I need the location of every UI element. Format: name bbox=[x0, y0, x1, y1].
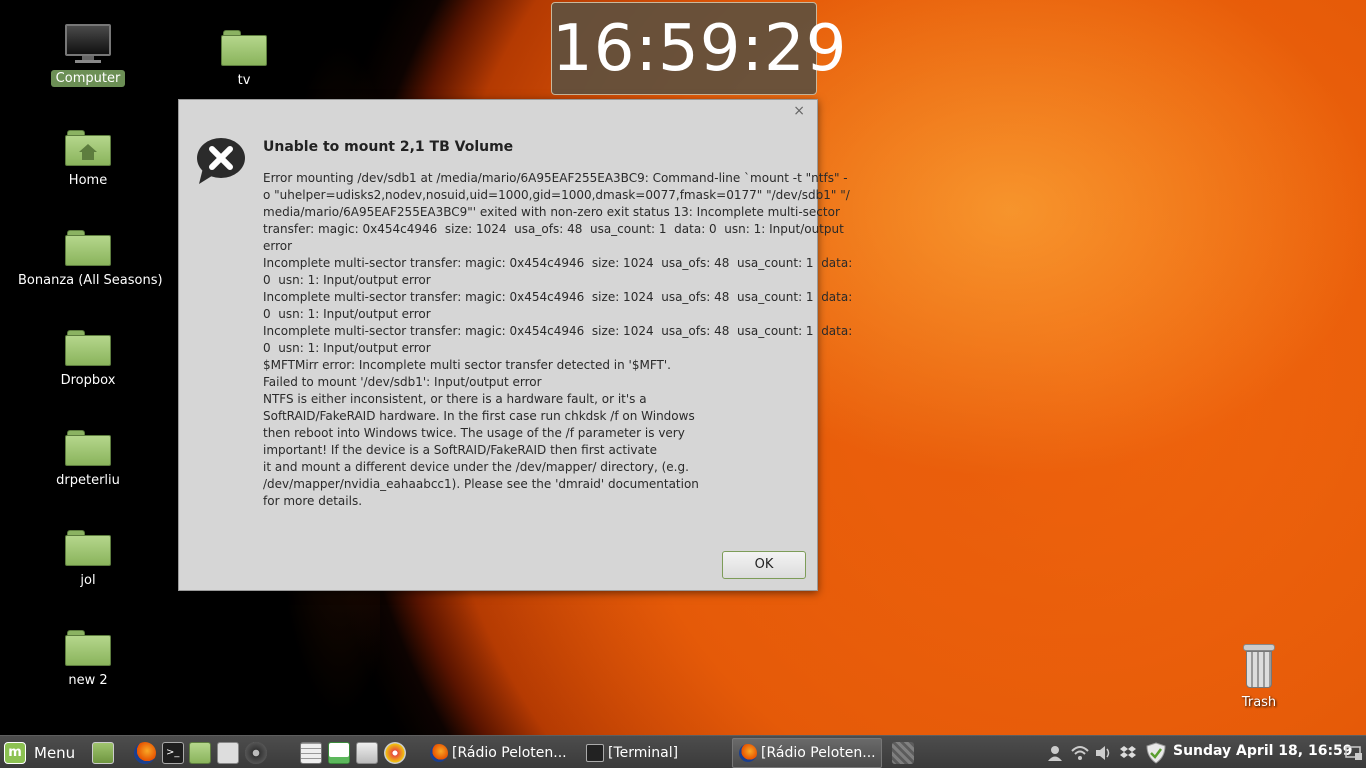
message-line: it and mount a different device under th… bbox=[263, 460, 689, 474]
message-line: then reboot into Windows twice. The usag… bbox=[263, 426, 685, 440]
message-line: 0 usn: 1: Input/output error bbox=[263, 341, 431, 355]
message-line: Incomplete multi-sector transfer: magic:… bbox=[263, 290, 853, 304]
desktop-icon-label: jol bbox=[80, 573, 96, 588]
message-line: o "uhelper=udisks2,nodev,nosuid,uid=1000… bbox=[263, 188, 850, 202]
desktop-icon-trash[interactable]: Trash bbox=[1184, 644, 1334, 711]
taskbar-clock[interactable]: Sunday April 18, 16:59 bbox=[1173, 743, 1353, 759]
desktop-icon-label: Trash bbox=[1241, 695, 1277, 710]
calculator-icon[interactable] bbox=[300, 742, 322, 764]
task-radio-pelotense-2[interactable]: [Rádio Peloten... bbox=[732, 738, 882, 768]
firefox-icon bbox=[430, 744, 448, 762]
desktop-icon-label: drpeterliu bbox=[56, 473, 120, 488]
terminal-icon[interactable]: >_ bbox=[162, 742, 184, 764]
mount-error-dialog: × Unable to mount 2,1 TB Volume Error mo… bbox=[178, 99, 853, 591]
task-terminal[interactable]: [Terminal] bbox=[580, 738, 726, 768]
desktop-icon-home[interactable]: Home bbox=[13, 130, 163, 189]
update-shield-icon[interactable] bbox=[1145, 742, 1167, 764]
menu-label: Menu bbox=[34, 744, 76, 762]
user-icon[interactable] bbox=[1046, 744, 1064, 762]
clock-desklet: 16:59:29 bbox=[551, 2, 846, 95]
message-line: Failed to mount '/dev/sdb1': Input/outpu… bbox=[263, 375, 542, 389]
task-label: [Terminal] bbox=[608, 745, 679, 761]
message-line: SoftRAID/FakeRAID hardware. In the first… bbox=[263, 409, 695, 423]
folder-icon bbox=[65, 530, 111, 566]
message-line: for more details. bbox=[263, 494, 363, 508]
message-line: transfer: magic: 0x454c4946 size: 1024 u… bbox=[263, 222, 844, 236]
folder-icon bbox=[65, 430, 111, 466]
display-icon[interactable] bbox=[1345, 744, 1363, 762]
files-icon[interactable] bbox=[189, 742, 211, 764]
message-line: important! If the device is a SoftRAID/F… bbox=[263, 443, 657, 457]
message-line: NTFS is either inconsistent, or there is… bbox=[263, 392, 647, 406]
ok-button[interactable]: OK bbox=[722, 551, 806, 579]
firefox-icon bbox=[739, 744, 757, 762]
desktop-icon-dropbox[interactable]: Dropbox bbox=[13, 330, 163, 389]
wifi-icon[interactable] bbox=[1071, 744, 1089, 762]
archive-icon[interactable] bbox=[356, 742, 378, 764]
message-line: Incomplete multi-sector transfer: magic:… bbox=[263, 324, 853, 338]
desktop-icon-new-2[interactable]: new 2 bbox=[13, 630, 163, 689]
firefox-icon[interactable] bbox=[134, 742, 156, 764]
message-line: Incomplete multi-sector transfer: magic:… bbox=[263, 256, 853, 270]
desktop-icon-label: Computer bbox=[50, 70, 126, 87]
software-manager-icon[interactable] bbox=[217, 742, 239, 764]
house-icon bbox=[79, 144, 97, 160]
desktop-icon-bonanza[interactable]: Bonanza (All Seasons) bbox=[13, 230, 163, 289]
dropbox-icon[interactable] bbox=[1119, 744, 1137, 762]
desktop-icon-drpeterliu[interactable]: drpeterliu bbox=[13, 430, 163, 489]
workspace-switcher-icon[interactable] bbox=[892, 742, 914, 764]
media-player-icon[interactable] bbox=[245, 742, 267, 764]
error-icon bbox=[197, 138, 245, 184]
mint-logo-icon: m bbox=[4, 742, 26, 764]
menu-button[interactable]: m Menu bbox=[4, 740, 75, 766]
computer-icon bbox=[64, 24, 112, 64]
disc-burner-icon[interactable] bbox=[384, 742, 406, 764]
folder-icon bbox=[221, 30, 267, 66]
message-line: Error mounting /dev/sdb1 at /media/mario… bbox=[263, 171, 848, 185]
terminal-icon bbox=[586, 744, 604, 762]
message-line: error bbox=[263, 239, 293, 253]
dialog-message: Error mounting /dev/sdb1 at /media/mario… bbox=[263, 170, 853, 510]
message-line: $MFTMirr error: Incomplete multi sector … bbox=[263, 358, 671, 372]
home-folder-icon bbox=[65, 130, 111, 166]
message-line: 0 usn: 1: Input/output error bbox=[263, 307, 431, 321]
close-icon[interactable]: × bbox=[793, 103, 805, 119]
message-line: media/mario/6A95EAF255EA3BC9"' exited wi… bbox=[263, 205, 840, 219]
task-label: [Rádio Peloten... bbox=[761, 745, 876, 761]
desktop-icon-computer[interactable]: Computer bbox=[13, 24, 163, 87]
message-line: /dev/mapper/nvidia_eahaabcc1). Please se… bbox=[263, 477, 699, 491]
desktop-icon-label: tv bbox=[237, 73, 251, 88]
message-line: 0 usn: 1: Input/output error bbox=[263, 273, 431, 287]
taskbar: m Menu >_ [Rádio Peloten... [Terminal] [… bbox=[0, 735, 1366, 768]
folder-icon bbox=[65, 230, 111, 266]
trash-icon bbox=[1242, 644, 1276, 688]
desktop-icon-label: Dropbox bbox=[60, 373, 116, 388]
folder-icon bbox=[65, 630, 111, 666]
folder-icon bbox=[65, 330, 111, 366]
show-desktop-icon[interactable] bbox=[92, 742, 114, 764]
desktop-icon-jol[interactable]: jol bbox=[13, 530, 163, 589]
spreadsheet-icon[interactable] bbox=[328, 742, 350, 764]
desktop-icon-label: Home bbox=[68, 173, 108, 188]
task-label: [Rádio Peloten... bbox=[452, 745, 567, 761]
desktop-icon-tv[interactable]: tv bbox=[169, 30, 319, 89]
desktop-icon-label: new 2 bbox=[68, 673, 108, 688]
task-radio-pelotense-1[interactable]: [Rádio Peloten... bbox=[424, 738, 570, 768]
desktop-icon-label: Bonanza (All Seasons) bbox=[18, 273, 163, 288]
volume-icon[interactable] bbox=[1094, 744, 1112, 762]
dialog-title: Unable to mount 2,1 TB Volume bbox=[263, 139, 514, 155]
